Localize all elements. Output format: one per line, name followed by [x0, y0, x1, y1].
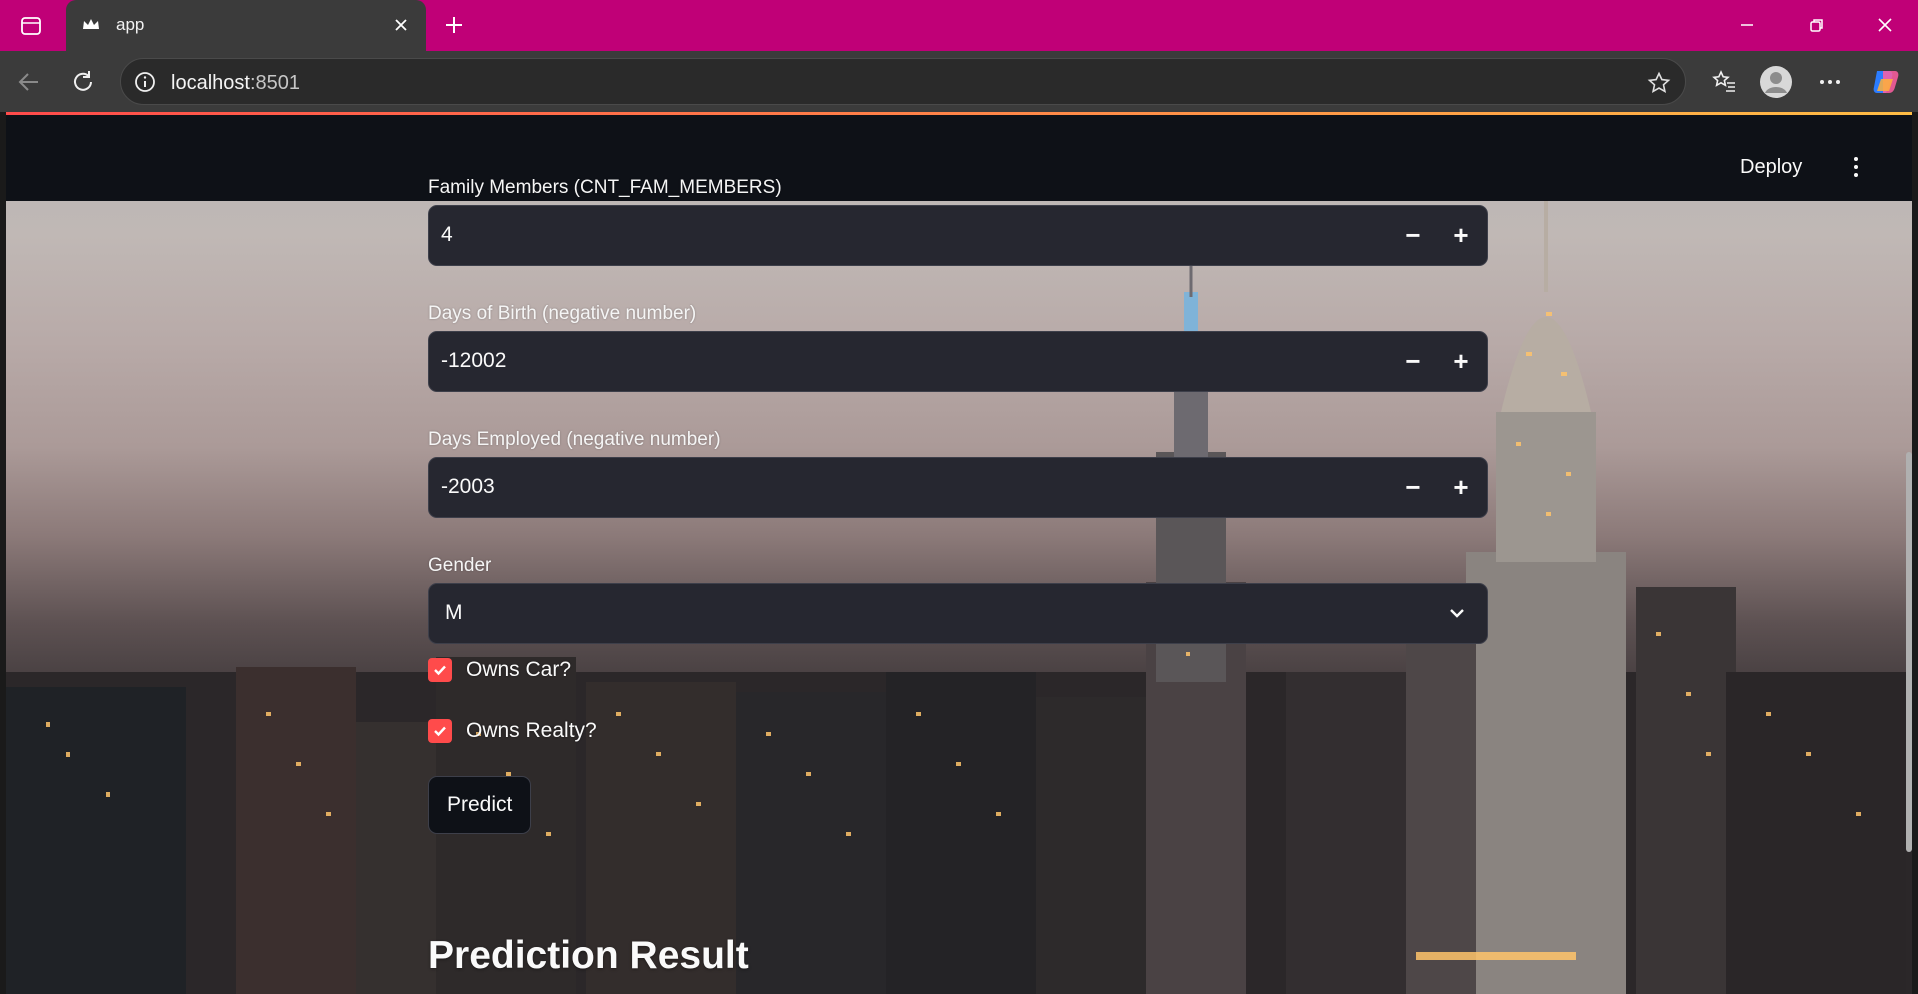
favorite-star-icon[interactable]	[1645, 69, 1673, 97]
url-text: localhost:8501	[171, 72, 300, 95]
new-tab-icon[interactable]	[438, 9, 470, 41]
gender-select[interactable]: M	[428, 583, 1488, 644]
family-members-input[interactable]: 4 − +	[428, 205, 1488, 266]
days-employed-input[interactable]: -2003 − +	[428, 457, 1488, 518]
increment-button[interactable]: +	[1437, 458, 1485, 517]
copilot-icon[interactable]	[1866, 62, 1906, 102]
browser-toolbar: localhost:8501	[0, 51, 1918, 112]
url-host: localhost	[171, 72, 250, 94]
browser-tab-active[interactable]: app	[66, 0, 426, 51]
increment-button[interactable]: +	[1437, 332, 1485, 391]
site-info-icon[interactable]	[133, 70, 157, 94]
owns-car-label: Owns Car?	[466, 658, 572, 681]
increment-button[interactable]: +	[1437, 206, 1485, 265]
days-employed-value: -2003	[441, 475, 495, 498]
scrollbar-thumb[interactable]	[1906, 452, 1912, 852]
prediction-result-heading: Prediction Result	[428, 934, 749, 977]
window-close-icon[interactable]	[1862, 8, 1908, 42]
tab-title: app	[116, 15, 145, 34]
deploy-button[interactable]: Deploy	[1740, 156, 1802, 179]
minimize-icon[interactable]	[1724, 8, 1770, 42]
decrement-button[interactable]: −	[1389, 458, 1437, 517]
days-birth-value: -12002	[441, 349, 507, 372]
days-birth-input[interactable]: -12002 − +	[428, 331, 1488, 392]
chevron-down-icon	[1450, 609, 1464, 618]
favorites-list-icon[interactable]	[1704, 62, 1744, 102]
owns-car-checkbox[interactable]: Owns Car?	[428, 654, 571, 686]
gender-value: M	[445, 601, 463, 624]
back-arrow-icon[interactable]	[12, 65, 46, 99]
close-icon[interactable]	[388, 12, 414, 38]
browser-tab-bar: app	[0, 0, 1918, 51]
decrement-button[interactable]: −	[1389, 332, 1437, 391]
profile-avatar-icon[interactable]	[1756, 62, 1796, 102]
gender-label: Gender	[428, 555, 492, 576]
checkbox-checked-icon[interactable]	[428, 719, 452, 743]
streamlit-crown-icon	[80, 14, 102, 36]
url-port: :8501	[249, 72, 300, 94]
family-members-value: 4	[441, 223, 453, 246]
reload-icon[interactable]	[66, 65, 100, 99]
checkbox-checked-icon[interactable]	[428, 658, 452, 682]
owns-realty-checkbox[interactable]: Owns Realty?	[428, 715, 597, 747]
page-viewport: Deploy Family Members (CNT_FAM_MEMBERS) …	[6, 112, 1912, 994]
family-members-label: Family Members (CNT_FAM_MEMBERS)	[428, 177, 782, 198]
address-bar[interactable]: localhost:8501	[120, 58, 1686, 105]
owns-realty-label: Owns Realty?	[466, 719, 597, 742]
days-birth-label: Days of Birth (negative number)	[428, 303, 697, 324]
more-options-icon[interactable]	[1810, 62, 1850, 102]
decrement-button[interactable]: −	[1389, 206, 1437, 265]
predict-button[interactable]: Predict	[428, 776, 532, 834]
restore-icon[interactable]	[1794, 8, 1840, 42]
days-employed-label: Days Employed (negative number)	[428, 429, 721, 450]
app-header: Deploy	[6, 115, 1912, 201]
main-menu-icon[interactable]	[1846, 151, 1866, 183]
tab-actions-icon[interactable]	[14, 11, 48, 41]
